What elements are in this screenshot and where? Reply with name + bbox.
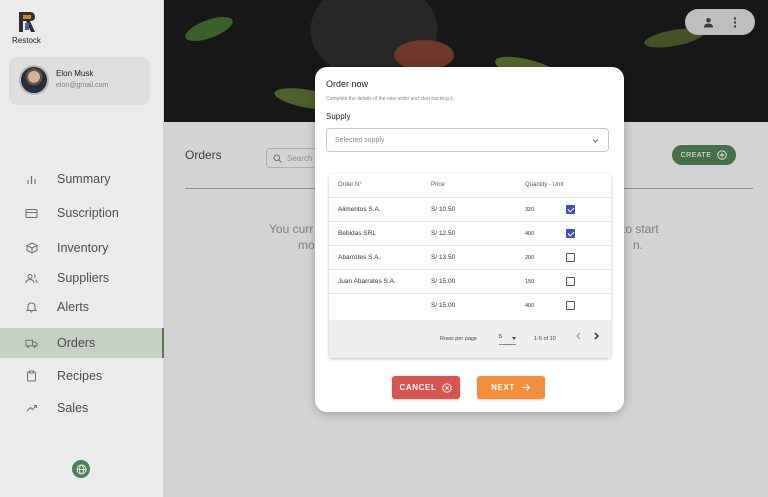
arrow-right-icon xyxy=(521,384,531,391)
table-row[interactable]: Abarrotes S.A. S/ 13.50 200 xyxy=(329,246,611,270)
row-quantity: 400 xyxy=(525,231,535,237)
modal-title: Order now xyxy=(326,79,369,89)
cancel-circle-icon xyxy=(442,382,453,393)
caret-down-icon xyxy=(512,337,516,340)
cancel-button[interactable]: CANCEL xyxy=(392,376,460,399)
row-price: S/ 10.50 xyxy=(431,206,456,213)
row-quantity: 150 xyxy=(525,279,535,285)
row-name: Juan Abarrates S.A. xyxy=(338,278,396,285)
rows-per-page-label: Rows per page xyxy=(440,336,477,342)
row-name: Abarrotes S.A. xyxy=(338,254,381,261)
row-checkbox[interactable] xyxy=(566,205,575,214)
row-price: S/ 13.50 xyxy=(431,254,456,261)
row-checkbox[interactable] xyxy=(566,229,575,238)
row-checkbox[interactable] xyxy=(566,253,575,262)
pagination-range: 1-5 of 10 xyxy=(534,336,556,342)
column-header: Order N° xyxy=(338,182,362,188)
row-quantity: 400 xyxy=(525,303,535,309)
row-price: S/ 15.00 xyxy=(431,302,456,309)
cancel-label: CANCEL xyxy=(399,383,437,392)
column-header: Price xyxy=(431,182,445,188)
next-button[interactable]: NEXT xyxy=(477,376,545,399)
chevron-down-icon xyxy=(592,139,599,143)
next-label: NEXT xyxy=(491,383,515,392)
row-checkbox[interactable] xyxy=(566,277,575,286)
table-row[interactable]: Juan Abarrates S.A. S/ 15.00 150 xyxy=(329,270,611,294)
table-row[interactable]: S/ 15.00 400 xyxy=(329,294,611,318)
supply-placeholder: Selected supply xyxy=(335,136,385,144)
row-price: S/ 15.00 xyxy=(431,278,456,285)
column-header: Quantity - Unit xyxy=(525,182,564,188)
chevron-left-icon[interactable] xyxy=(574,331,583,341)
modal-subtitle: Complete the details of the new order an… xyxy=(326,96,455,102)
chevron-right-icon[interactable] xyxy=(592,331,601,341)
table-header: Order N° Price Quantity - Unit xyxy=(329,174,611,198)
table-pagination: Rows per page 5 1-5 of 10 xyxy=(329,320,611,358)
table-row[interactable]: Bebidas SRL S/ 12.50 400 xyxy=(329,222,611,246)
supply-table: Order N° Price Quantity - Unit Alimentos… xyxy=(329,174,611,358)
row-name: Alimentos S.A. xyxy=(338,206,381,213)
row-checkbox[interactable] xyxy=(566,301,575,310)
row-quantity: 200 xyxy=(525,255,535,261)
row-quantity: 320 xyxy=(525,207,535,213)
rows-per-page-select[interactable]: 5 xyxy=(499,334,516,345)
order-modal: Order now Complete the details of the ne… xyxy=(315,67,624,412)
table-row[interactable]: Alimentos S.A. S/ 10.50 320 xyxy=(329,198,611,222)
row-price: S/ 12.50 xyxy=(431,230,456,237)
row-name: Bebidas SRL xyxy=(338,230,376,237)
supply-select[interactable]: Selected supply xyxy=(326,128,609,152)
supply-label: Supply xyxy=(326,112,351,121)
